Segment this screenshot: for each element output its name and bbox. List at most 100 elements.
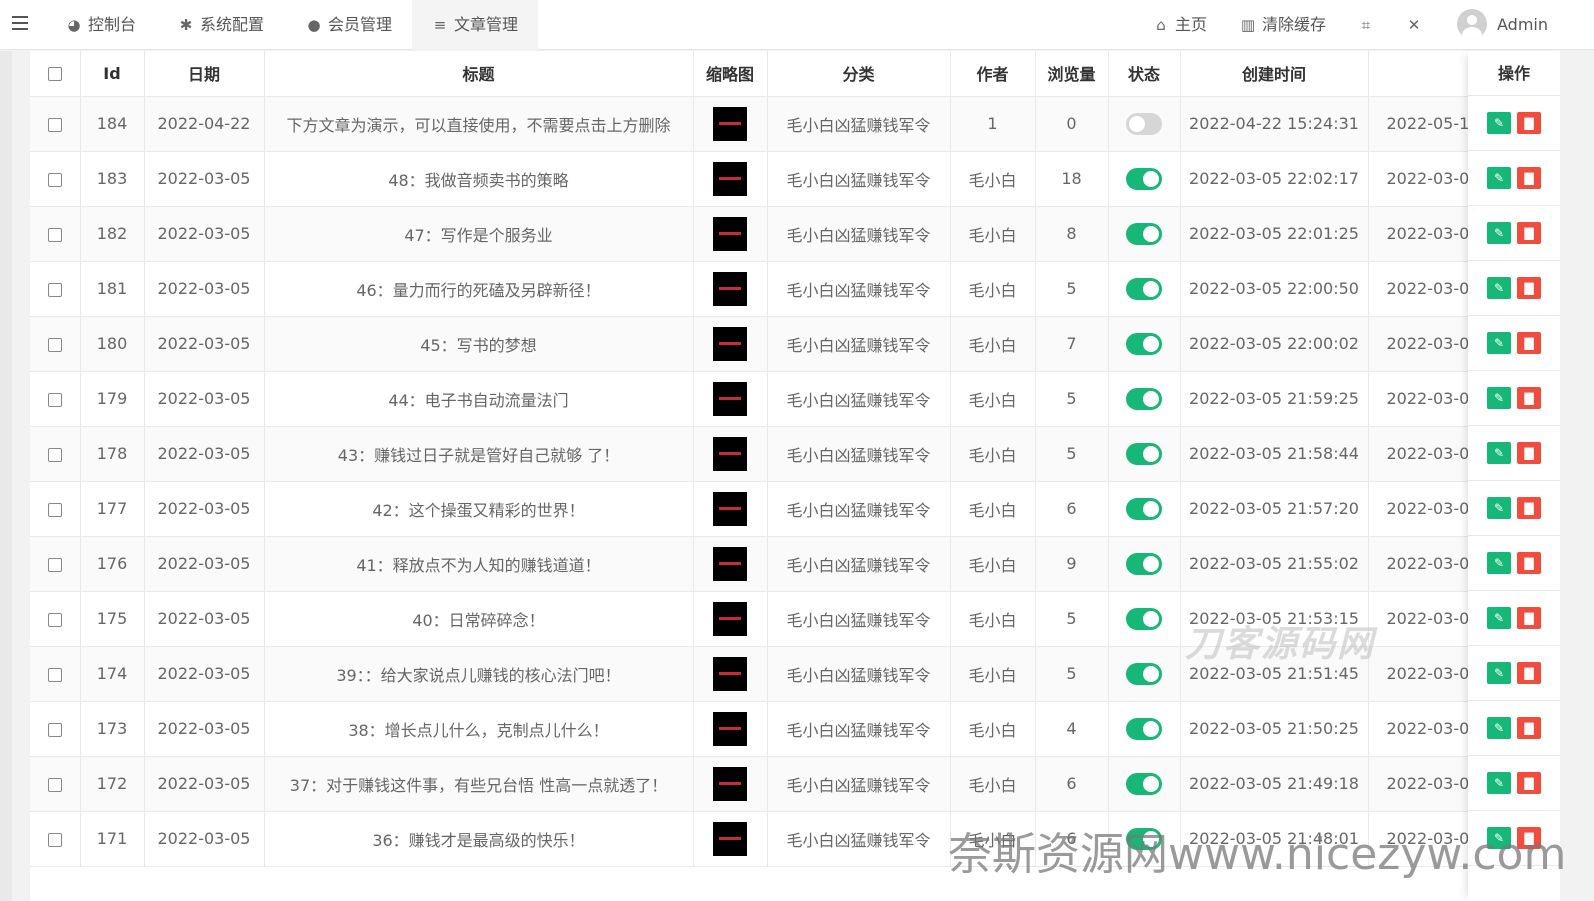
row-checkbox[interactable] xyxy=(47,832,62,847)
nav-item-dashboard[interactable]: ◕ 控制台 xyxy=(66,0,136,50)
status-toggle[interactable] xyxy=(1126,442,1162,465)
menu-toggle-icon[interactable] xyxy=(8,12,34,38)
table-row[interactable]: 176 2022-03-05 41：释放点不为人知的赚钱道道！ 毛小白凶猛赚钱军令 毛小… xyxy=(30,536,1560,592)
header-thumbnail[interactable]: 缩略图 xyxy=(693,51,768,97)
status-toggle[interactable] xyxy=(1126,112,1162,135)
row-select-cell[interactable] xyxy=(30,481,81,537)
row-checkbox[interactable] xyxy=(47,227,62,242)
delete-button[interactable]: ▇ xyxy=(1517,717,1541,739)
status-toggle[interactable] xyxy=(1126,387,1162,410)
header-created[interactable]: 创建时间 xyxy=(1180,51,1369,97)
status-toggle[interactable] xyxy=(1126,607,1162,630)
header-title[interactable]: 标题 xyxy=(264,51,694,97)
delete-button[interactable]: ▇ xyxy=(1517,497,1541,519)
thumbnail-image[interactable] xyxy=(713,711,747,746)
table-row[interactable]: 180 2022-03-05 45：写书的梦想 毛小白凶猛赚钱军令 毛小白 7 2022-0… xyxy=(30,316,1560,372)
fullscreen-button[interactable]: ✕ xyxy=(1406,0,1428,50)
thumbnail-image[interactable] xyxy=(713,491,747,526)
row-select-cell[interactable] xyxy=(30,206,81,262)
delete-button[interactable]: ▇ xyxy=(1517,222,1541,244)
thumbnail-image[interactable] xyxy=(713,381,747,416)
edit-button[interactable]: ✎ xyxy=(1487,662,1511,684)
row-checkbox[interactable] xyxy=(47,337,62,352)
table-row[interactable]: 177 2022-03-05 42：这个操蛋又精彩的世界！ 毛小白凶猛赚钱军令 毛小白 6… xyxy=(30,481,1560,537)
thumbnail-image[interactable] xyxy=(713,106,747,141)
thumbnail-image[interactable] xyxy=(713,436,747,471)
row-select-cell[interactable] xyxy=(30,701,81,757)
row-checkbox[interactable] xyxy=(47,117,62,132)
edit-button[interactable]: ✎ xyxy=(1487,277,1511,299)
row-select-cell[interactable] xyxy=(30,646,81,702)
thumbnail-image[interactable] xyxy=(713,326,747,361)
row-select-cell[interactable] xyxy=(30,371,81,427)
avatar[interactable] xyxy=(1457,9,1487,39)
admin-user-menu[interactable]: Admin xyxy=(1497,0,1548,50)
row-checkbox[interactable] xyxy=(47,722,62,737)
status-toggle[interactable] xyxy=(1126,497,1162,520)
status-toggle[interactable] xyxy=(1126,717,1162,740)
edit-button[interactable]: ✎ xyxy=(1487,387,1511,409)
edit-button[interactable]: ✎ xyxy=(1487,607,1511,629)
row-checkbox[interactable] xyxy=(47,282,62,297)
status-toggle[interactable] xyxy=(1126,277,1162,300)
header-status[interactable]: 状态 xyxy=(1108,51,1181,97)
header-id[interactable]: Id xyxy=(80,51,145,97)
delete-button[interactable]: ▇ xyxy=(1517,442,1541,464)
header-views[interactable]: 浏览量 xyxy=(1035,51,1109,97)
status-toggle[interactable] xyxy=(1126,772,1162,795)
row-select-cell[interactable] xyxy=(30,756,81,812)
thumbnail-image[interactable] xyxy=(713,271,747,306)
thumbnail-image[interactable] xyxy=(713,216,747,251)
row-select-cell[interactable] xyxy=(30,426,81,482)
edit-button[interactable]: ✎ xyxy=(1487,222,1511,244)
table-row[interactable]: 181 2022-03-05 46：量力而行的死磕及另辟新径！ 毛小白凶猛赚钱军令 毛小… xyxy=(30,261,1560,317)
edit-button[interactable]: ✎ xyxy=(1487,332,1511,354)
delete-button[interactable]: ▇ xyxy=(1517,277,1541,299)
status-toggle[interactable] xyxy=(1126,662,1162,685)
status-toggle[interactable] xyxy=(1126,167,1162,190)
status-toggle[interactable] xyxy=(1126,332,1162,355)
thumbnail-image[interactable] xyxy=(713,546,747,581)
delete-button[interactable]: ▇ xyxy=(1517,167,1541,189)
row-checkbox[interactable] xyxy=(47,447,62,462)
delete-button[interactable]: ▇ xyxy=(1517,112,1541,134)
header-author[interactable]: 作者 xyxy=(950,51,1036,97)
row-select-cell[interactable] xyxy=(30,591,81,647)
delete-button[interactable]: ▇ xyxy=(1517,332,1541,354)
edit-button[interactable]: ✎ xyxy=(1487,112,1511,134)
delete-button[interactable]: ▇ xyxy=(1517,662,1541,684)
status-toggle[interactable] xyxy=(1126,222,1162,245)
thumbnail-image[interactable] xyxy=(713,601,747,636)
delete-button[interactable]: ▇ xyxy=(1517,772,1541,794)
row-select-cell[interactable] xyxy=(30,316,81,372)
row-select-cell[interactable] xyxy=(30,151,81,207)
clear-cache-button[interactable]: ▥ 清除缓存 xyxy=(1240,0,1326,50)
edit-button[interactable]: ✎ xyxy=(1487,717,1511,739)
table-row[interactable]: 183 2022-03-05 48：我做音频卖书的策略 毛小白凶猛赚钱军令 毛小白 18 2… xyxy=(30,151,1560,207)
translate-button[interactable]: ⌗ xyxy=(1358,0,1380,50)
row-checkbox[interactable] xyxy=(47,392,62,407)
thumbnail-image[interactable] xyxy=(713,766,747,801)
select-all-checkbox[interactable] xyxy=(47,67,62,82)
delete-button[interactable]: ▇ xyxy=(1517,387,1541,409)
row-select-cell[interactable] xyxy=(30,96,81,152)
edit-button[interactable]: ✎ xyxy=(1487,167,1511,189)
edit-button[interactable]: ✎ xyxy=(1487,442,1511,464)
nav-item-members[interactable]: ● 会员管理 xyxy=(306,0,392,50)
row-select-cell[interactable] xyxy=(30,811,81,867)
row-checkbox[interactable] xyxy=(47,612,62,627)
select-all-cell[interactable] xyxy=(30,51,81,97)
edit-button[interactable]: ✎ xyxy=(1487,497,1511,519)
nav-item-articles[interactable]: ≡ 文章管理 xyxy=(412,0,538,50)
status-toggle[interactable] xyxy=(1126,552,1162,575)
thumbnail-image[interactable] xyxy=(713,656,747,691)
table-row[interactable]: 182 2022-03-05 47：写作是个服务业 毛小白凶猛赚钱军令 毛小白 8 2022… xyxy=(30,206,1560,262)
thumbnail-image[interactable] xyxy=(713,161,747,196)
table-row[interactable]: 173 2022-03-05 38：增长点儿什么，克制点儿什么！ 毛小白凶猛赚钱军令毛… xyxy=(30,701,1560,757)
thumbnail-image[interactable] xyxy=(713,821,747,856)
row-checkbox[interactable] xyxy=(47,502,62,517)
table-row[interactable]: 179 2022-03-05 44：电子书自动流量法门 毛小白凶猛赚钱军令 毛小白 5 20… xyxy=(30,371,1560,427)
delete-button[interactable]: ▇ xyxy=(1517,552,1541,574)
header-date[interactable]: 日期 xyxy=(144,51,265,97)
row-checkbox[interactable] xyxy=(47,777,62,792)
